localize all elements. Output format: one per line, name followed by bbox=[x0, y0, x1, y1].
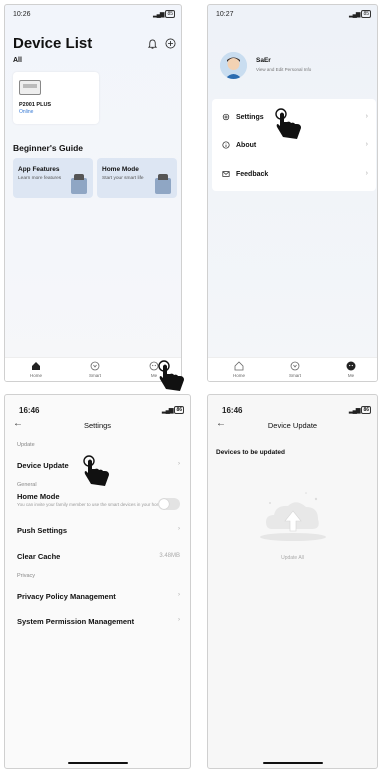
chevron-right-icon: › bbox=[178, 617, 180, 623]
device-status: Online bbox=[19, 109, 34, 115]
guide-illustration bbox=[155, 174, 171, 194]
menu-item-about[interactable]: About bbox=[222, 141, 256, 149]
device-name: P2001 PLUS bbox=[19, 102, 52, 108]
cloud-upload-icon bbox=[260, 492, 326, 541]
page-title: Settings bbox=[83, 421, 112, 430]
tap-hand-icon bbox=[158, 360, 184, 391]
status-time: 16:46 bbox=[19, 405, 40, 415]
tab-label: Me bbox=[347, 373, 355, 378]
signal-icon: ▂▄▆ bbox=[161, 407, 174, 414]
home-mode-description: You can invite your family member to use… bbox=[17, 502, 165, 507]
user-name: SaEr bbox=[256, 57, 271, 64]
cache-size: 3.48MB bbox=[159, 553, 180, 559]
printer-image bbox=[19, 80, 41, 95]
status-bar: 10:27 ▂▄▆ 85 bbox=[216, 8, 371, 20]
status-time: 10:27 bbox=[216, 10, 234, 18]
signal-icon: ▂▄▆ bbox=[152, 11, 165, 18]
battery-indicator: 86 bbox=[174, 406, 184, 414]
chevron-right-icon: › bbox=[365, 113, 368, 120]
home-icon bbox=[32, 362, 40, 370]
filter-all-tab[interactable]: All bbox=[13, 57, 22, 64]
guide-card-home-mode[interactable]: Home Mode Start your smart life bbox=[97, 158, 177, 198]
home-indicator bbox=[262, 762, 323, 764]
tab-label: Home bbox=[29, 373, 42, 378]
tab-smart[interactable]: Smart bbox=[80, 361, 110, 378]
chevron-right-icon: › bbox=[365, 170, 368, 177]
chevron-right-icon: › bbox=[178, 526, 180, 532]
page-title: Device Update bbox=[267, 421, 318, 430]
guide-card-subtitle: Start your smart life bbox=[102, 176, 144, 181]
device-update-row[interactable]: Device Update bbox=[17, 461, 69, 470]
home-mode-toggle[interactable] bbox=[158, 498, 180, 510]
tab-label: Home bbox=[232, 373, 245, 378]
battery-indicator: 85 bbox=[165, 10, 175, 18]
guide-card-subtitle: Learn more features bbox=[18, 176, 62, 181]
mail-icon bbox=[222, 171, 230, 177]
avatar[interactable] bbox=[220, 52, 247, 79]
menu-item-feedback[interactable]: Feedback bbox=[222, 170, 268, 178]
status-bar: 10:26 ▂▄▆ 85 bbox=[13, 8, 175, 20]
guide-card-app-features[interactable]: App Features Learn more features bbox=[13, 158, 93, 198]
guide-section-title: Beginner's Guide bbox=[13, 143, 84, 153]
status-time: 16:46 bbox=[222, 405, 243, 415]
system-permission-row[interactable]: System Permission Management bbox=[17, 617, 134, 626]
section-heading: Devices to be updated bbox=[216, 449, 285, 456]
battery-indicator: 85 bbox=[361, 10, 371, 18]
tab-label: Me bbox=[150, 373, 158, 378]
tab-label: Smart bbox=[288, 373, 301, 378]
menu-item-label: About bbox=[236, 141, 257, 149]
section-label: General bbox=[17, 482, 37, 488]
tab-home[interactable]: Home bbox=[21, 361, 51, 378]
status-bar: 16:46 ▂▄▆ 86 bbox=[19, 404, 184, 416]
smart-icon bbox=[290, 361, 300, 371]
tab-label: Smart bbox=[88, 373, 101, 378]
tab-home[interactable]: Home bbox=[224, 361, 254, 378]
status-time: 10:26 bbox=[13, 10, 31, 18]
guide-illustration bbox=[71, 174, 87, 194]
tab-smart[interactable]: Smart bbox=[280, 361, 310, 378]
tab-me[interactable]: Me bbox=[336, 361, 366, 378]
status-bar: 16:46 ▂▄▆ 86 bbox=[222, 404, 371, 416]
screen-device-list: 10:26 ▂▄▆ 85 Device List All P2001 PLUS … bbox=[4, 4, 182, 382]
clear-cache-row[interactable]: Clear Cache bbox=[17, 552, 60, 561]
tap-hand-icon bbox=[275, 108, 301, 139]
me-icon bbox=[346, 361, 356, 371]
info-icon bbox=[222, 141, 230, 149]
chevron-right-icon: › bbox=[365, 141, 368, 148]
chevron-right-icon: › bbox=[178, 461, 180, 467]
signal-icon: ▂▄▆ bbox=[348, 11, 361, 18]
section-label: Update bbox=[17, 442, 35, 448]
battery-indicator: 86 bbox=[361, 406, 371, 414]
bottom-tab-bar: Home Smart Me bbox=[208, 357, 377, 381]
screen-device-update: 16:46 ▂▄▆ 86 ← Device Update Devices to … bbox=[207, 394, 378, 769]
bell-icon[interactable] bbox=[147, 39, 158, 50]
push-settings-row[interactable]: Push Settings bbox=[17, 526, 67, 535]
smart-icon bbox=[90, 361, 100, 371]
home-indicator bbox=[67, 762, 128, 764]
tap-hand-icon bbox=[83, 455, 109, 486]
add-icon[interactable] bbox=[165, 38, 176, 49]
privacy-policy-row[interactable]: Privacy Policy Management bbox=[17, 592, 116, 601]
gear-icon bbox=[222, 113, 230, 121]
avatar-image bbox=[220, 52, 247, 79]
menu-item-settings[interactable]: Settings bbox=[222, 113, 264, 121]
guide-card-title: App Features bbox=[18, 166, 60, 173]
bottom-tab-bar: Home Smart Me bbox=[5, 357, 181, 381]
guide-card-title: Home Mode bbox=[102, 166, 139, 173]
menu-item-label: Feedback bbox=[236, 170, 269, 178]
screen-settings: 16:46 ▂▄▆ 86 ← Settings Update Device Up… bbox=[4, 394, 191, 769]
edit-profile-link[interactable]: View and Edit Personal Info bbox=[256, 67, 311, 72]
device-card[interactable]: P2001 PLUS Online bbox=[13, 72, 99, 124]
menu-item-label: Settings bbox=[236, 113, 264, 121]
home-icon bbox=[234, 361, 244, 371]
home-mode-title: Home Mode bbox=[17, 492, 60, 501]
section-label: Privacy bbox=[17, 573, 36, 579]
update-all-button[interactable]: Update All bbox=[208, 555, 377, 561]
signal-icon: ▂▄▆ bbox=[348, 407, 361, 414]
page-title: Device List bbox=[13, 35, 93, 52]
screen-me: 10:27 ▂▄▆ 85 SaEr View and Edit Personal… bbox=[207, 4, 378, 382]
chevron-right-icon: › bbox=[178, 592, 180, 598]
